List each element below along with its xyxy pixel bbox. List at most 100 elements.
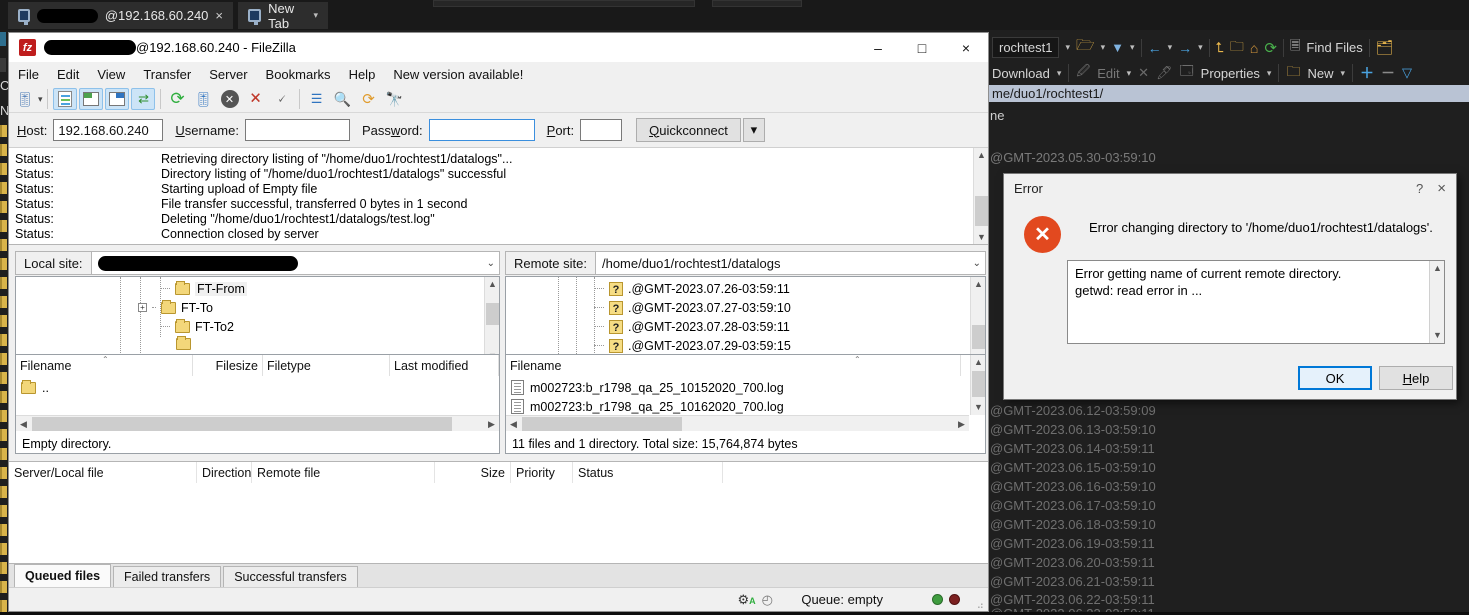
synchronized-browsing-icon[interactable]: ⟳ [357,88,381,110]
column-header-filename[interactable]: Filename ⌃ [506,355,961,376]
quickconnect-button[interactable]: Quickconnect [636,118,741,142]
column-header-filetype[interactable]: Filetype [263,355,390,376]
properties-button[interactable]: Properties [1201,66,1260,81]
close-button[interactable]: × [944,33,988,62]
refresh-icon[interactable]: ⟳ [1264,39,1277,57]
quickconnect-dropdown[interactable]: ▾ [743,118,765,142]
queue-col-status[interactable]: Status [573,462,723,484]
remote-list-scrollbar[interactable]: ▲ ▼ [970,355,985,415]
queue-col-remotefile[interactable]: Remote file [252,462,435,484]
error-dialog-title-bar[interactable]: Error ? × [1004,174,1456,202]
menu-server[interactable]: Server [200,67,256,82]
chevron-down-icon[interactable]: ⌄ [487,258,495,269]
disconnect-icon[interactable]: 🗙 [244,88,268,110]
menu-transfer[interactable]: Transfer [134,67,200,82]
download-button[interactable]: Download [992,66,1050,81]
column-header-lastmodified[interactable]: Last modified [390,355,499,376]
open-directory-icon[interactable]: 🗁 [1076,35,1095,60]
tab-queued-files[interactable]: Queued files [14,564,111,587]
speed-limit-icon[interactable]: ◴ [762,592,773,608]
new-button[interactable]: New [1307,66,1333,81]
remote-tree-item[interactable]: ? .@GMT-2023.07.26-03:59:11 [594,279,790,298]
autoupload-gear-icon[interactable]: ⚙A [738,592,756,608]
chevron-down-icon[interactable]: ▾ [1198,42,1203,53]
session-tab[interactable]: @192.168.60.240 × [8,2,233,29]
forward-icon[interactable]: → [1178,40,1192,56]
menu-new-version[interactable]: New version available! [384,67,532,82]
menu-help[interactable]: Help [340,67,385,82]
ok-button[interactable]: OK [1298,366,1372,390]
tab-failed-transfers[interactable]: Failed transfers [113,566,221,587]
filter-icon[interactable]: ▼ [1111,40,1124,55]
new-tab[interactable]: New Tab ▾ [238,2,328,29]
remote-tree-item[interactable]: ? .@GMT-2023.07.27-03:59:10 [594,298,791,317]
local-tree-scrollbar[interactable]: ▲ ▼ [484,277,499,364]
local-list-hscrollbar[interactable]: ◀ ▶ [16,415,499,431]
selection-filter-icon[interactable]: ▽ [1402,65,1412,81]
username-input[interactable] [245,119,350,141]
tab-successful-transfers[interactable]: Successful transfers [223,566,358,587]
chevron-down-icon[interactable]: ▾ [313,10,318,21]
edit-button[interactable]: Edit [1097,66,1119,81]
rename-icon[interactable]: 🖊 [1156,65,1173,81]
updir-row[interactable]: .. [16,378,496,397]
filezilla-title-bar[interactable]: fz @192.168.60.240 - FileZilla – □ × [9,33,988,62]
directory-comparison-icon[interactable]: 🔍 [331,88,355,110]
refresh-icon[interactable]: ⟳ [166,88,190,110]
chevron-down-icon[interactable]: ▾ [1340,68,1345,79]
chevron-down-icon[interactable]: ▾ [1101,42,1106,53]
local-tree-item[interactable]: + FT-To [138,298,213,317]
select-add-icon[interactable]: ＋ [1360,63,1374,83]
queue-col-serverlocal[interactable]: Server/Local file [9,462,197,484]
chevron-down-icon[interactable]: ▾ [1127,68,1132,79]
back-icon[interactable]: ← [1148,40,1162,56]
remote-tree-item[interactable]: ? .@GMT-2023.07.29-03:59:15 [594,336,791,355]
error-detail-box[interactable]: Error getting name of current remote dir… [1067,260,1445,344]
synchronize-icon[interactable]: 🗂 [1376,39,1394,56]
remote-file-row[interactable]: m002723:b_r1798_qa_25_10162020_700.log [506,397,961,416]
home-directory-icon[interactable]: ⌂ [1250,40,1258,56]
queue-col-priority[interactable]: Priority [511,462,573,484]
maximize-button[interactable]: □ [900,33,944,62]
remote-site-combobox[interactable]: /home/duo1/rochtest1/datalogs ⌄ [596,251,986,275]
select-remove-icon[interactable]: － [1381,63,1395,83]
find-files-button[interactable]: Find Files [1306,40,1362,55]
port-input[interactable] [580,119,622,141]
menu-bookmarks[interactable]: Bookmarks [257,67,340,82]
root-directory-icon[interactable]: 🗀 [1230,36,1244,60]
remote-file-row[interactable]: m002723:b_r1798_qa_25_10152020_700.log [506,378,961,397]
tab-close-icon[interactable]: × [215,8,223,23]
filter-icon[interactable]: ☰ [305,88,329,110]
session-selector[interactable]: rochtest1 [992,37,1059,58]
process-queue-icon[interactable]: 🎚 [192,88,216,110]
resize-grip[interactable]: ⣠ [977,598,984,609]
toggle-log-icon[interactable] [53,88,77,110]
delete-icon[interactable]: ✕ [1138,65,1149,81]
chevron-down-icon[interactable]: ▾ [1267,68,1272,79]
host-input[interactable] [53,119,163,141]
minimize-button[interactable]: – [856,33,900,62]
chevron-down-icon[interactable]: ▾ [1065,42,1070,53]
toggle-queue-icon[interactable]: ⇄ [131,88,155,110]
find-files-icon[interactable]: 🔭 [383,88,407,110]
menu-edit[interactable]: Edit [48,67,88,82]
parent-directory-icon[interactable]: ⮤ [1216,39,1224,56]
remote-list-hscrollbar[interactable]: ◀ ▶ [506,415,969,431]
chevron-down-icon[interactable]: ▾ [1168,42,1173,53]
chevron-down-icon[interactable]: ▾ [1057,68,1062,79]
remote-tree-item[interactable]: ? .@GMT-2023.07.28-03:59:11 [594,317,790,336]
close-icon[interactable]: × [1437,180,1446,197]
reconnect-icon[interactable]: 🗸 [270,88,294,110]
column-header-filesize[interactable]: Filesize [193,355,263,376]
toggle-local-tree-icon[interactable] [79,88,103,110]
local-tree-item[interactable]: FT-To2 [160,317,234,336]
menu-file[interactable]: File [9,67,48,82]
remote-path-bar[interactable]: me/duo1/rochtest1/ [989,85,1469,102]
column-header-filename[interactable]: Filename ⌃ [16,355,193,376]
local-tree-item[interactable]: FT-From [160,279,247,298]
chevron-down-icon[interactable]: ▾ [1130,42,1135,53]
site-manager-icon[interactable]: 🎚 [13,88,37,110]
error-detail-scrollbar[interactable]: ▲ ▼ [1429,261,1444,343]
password-input[interactable] [429,119,535,141]
queue-col-direction[interactable]: Direction [197,462,252,484]
